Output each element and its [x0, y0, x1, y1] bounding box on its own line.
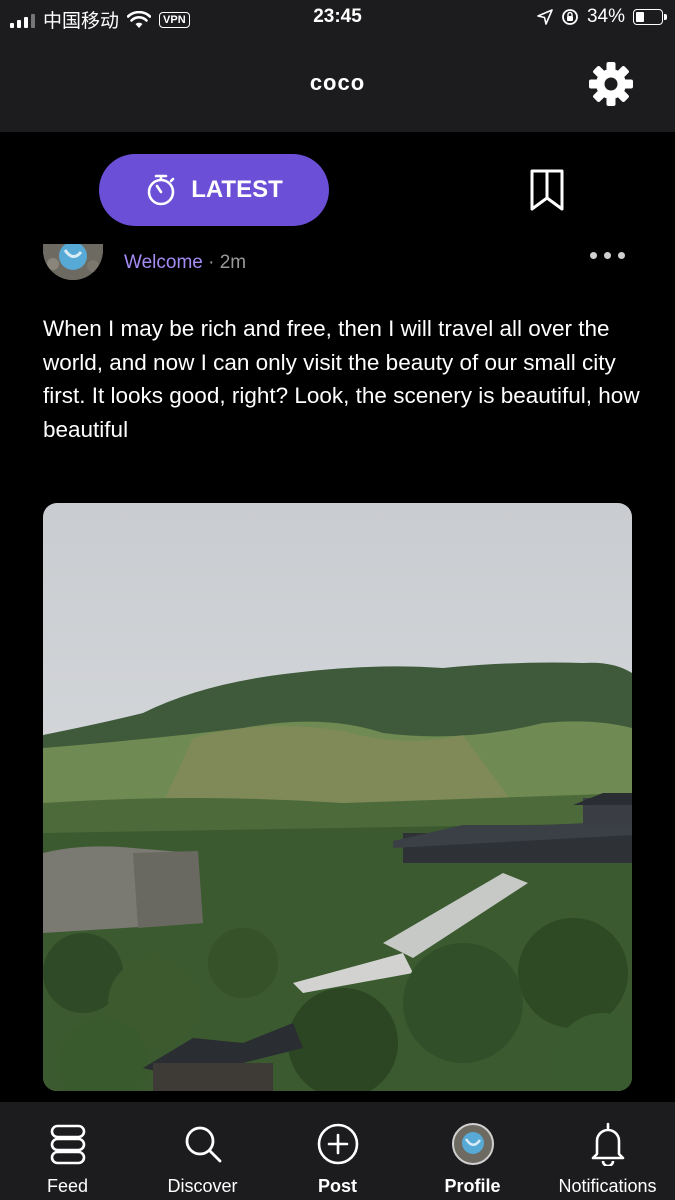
vpn-badge: VPN	[159, 11, 190, 28]
plus-circle-icon	[317, 1123, 358, 1165]
battery-percent: 34%	[586, 6, 625, 27]
cellular-signal-icon	[10, 12, 35, 28]
settings-gear-icon[interactable]	[587, 60, 635, 108]
tab-post-label: Post	[317, 1176, 357, 1196]
avatar-image	[43, 244, 103, 280]
tab-post[interactable]: Post	[270, 1102, 405, 1200]
tab-profile[interactable]: Profile	[405, 1102, 540, 1200]
post-author[interactable]: Welcome	[124, 252, 203, 273]
author-avatar[interactable]	[43, 244, 103, 280]
status-bar: 中国移动 VPN 23:45 34%	[0, 0, 675, 36]
latest-tab-label: LATEST	[191, 176, 283, 203]
more-options-icon[interactable]	[590, 252, 625, 259]
location-arrow-icon	[537, 9, 553, 25]
app-header: coco	[0, 36, 675, 132]
wifi-icon	[127, 10, 152, 28]
bottom-tab-bar: Feed Discover Post Profile Notifications	[0, 1102, 675, 1200]
page-title: coco	[309, 70, 366, 95]
tab-discover[interactable]: Discover	[135, 1102, 270, 1200]
bookmark-icon[interactable]	[528, 168, 566, 212]
tab-profile-label: Profile	[444, 1176, 501, 1196]
meta-separator: ·	[202, 252, 220, 273]
landscape-photo	[43, 503, 632, 1091]
search-icon	[185, 1126, 221, 1163]
latest-tab-button[interactable]: LATEST	[99, 154, 329, 226]
stopwatch-icon	[147, 174, 175, 206]
rotation-lock-icon	[562, 9, 578, 25]
post-body-text: When I may be rich and free, then I will…	[43, 316, 640, 442]
post-photo[interactable]	[43, 503, 632, 1091]
post-timestamp: 2m	[219, 252, 247, 273]
tab-feed[interactable]: Feed	[0, 1102, 135, 1200]
tab-notifications[interactable]: Notifications	[540, 1102, 675, 1200]
tab-feed-label: Feed	[46, 1176, 89, 1196]
profile-avatar	[451, 1123, 494, 1165]
battery-icon	[633, 9, 667, 25]
tab-discover-label: Discover	[167, 1176, 238, 1196]
feed-icon	[50, 1124, 85, 1165]
tab-notifications-label: Notifications	[558, 1176, 657, 1196]
bell-icon	[591, 1122, 624, 1166]
post-meta: Welcome · 2m	[124, 252, 246, 274]
carrier-name: 中国移动	[43, 11, 120, 32]
